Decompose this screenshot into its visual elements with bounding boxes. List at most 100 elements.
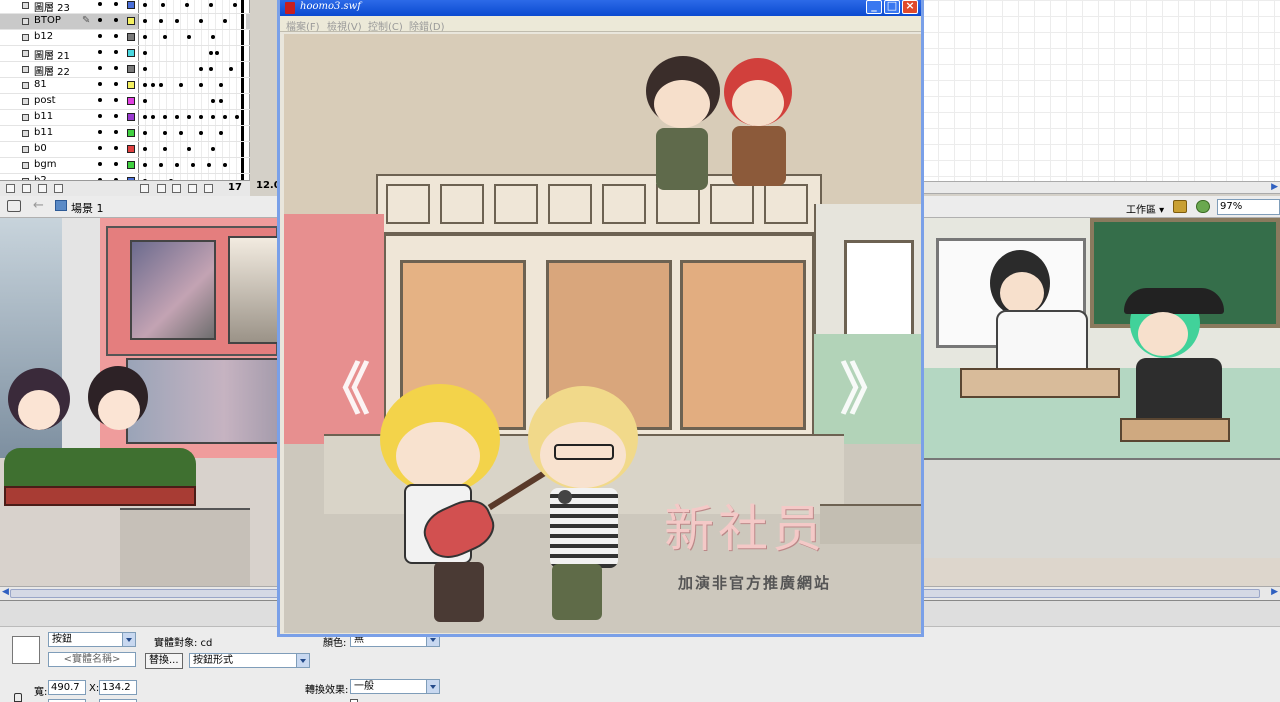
- layer-name[interactable]: 圖層 22: [34, 63, 70, 78]
- layer-color-swatch[interactable]: [127, 17, 135, 25]
- width-input[interactable]: 490.7: [48, 680, 86, 695]
- visibility-dot-icon[interactable]: [98, 82, 102, 86]
- lock-dot-icon[interactable]: [114, 50, 118, 54]
- layer-frames[interactable]: [138, 62, 246, 77]
- keyframe[interactable]: [143, 35, 147, 39]
- lock-dot-icon[interactable]: [114, 114, 118, 118]
- keyframe[interactable]: [151, 83, 155, 87]
- layer-row[interactable]: 81: [0, 78, 250, 94]
- layer-color-swatch[interactable]: [127, 97, 135, 105]
- layer-frames[interactable]: [138, 94, 246, 109]
- keyframe[interactable]: [215, 51, 219, 55]
- keyframe[interactable]: [199, 67, 203, 71]
- lock-dot-icon[interactable]: [114, 34, 118, 38]
- keyframe[interactable]: [187, 147, 191, 151]
- keyframe[interactable]: [143, 163, 147, 167]
- back-arrow-icon[interactable]: ←: [33, 198, 44, 213]
- keyframe[interactable]: [207, 163, 211, 167]
- layer-row[interactable]: BTOP ✎: [0, 14, 250, 30]
- playhead[interactable]: [241, 62, 244, 77]
- trash-icon[interactable]: [54, 184, 63, 193]
- visibility-dot-icon[interactable]: [98, 18, 102, 22]
- keyframe[interactable]: [159, 19, 163, 23]
- visibility-dot-icon[interactable]: [98, 66, 102, 70]
- keyframe[interactable]: [159, 83, 163, 87]
- close-button[interactable]: ×: [902, 0, 918, 14]
- playhead[interactable]: [241, 94, 244, 109]
- edit-symbols-icon[interactable]: [1173, 200, 1187, 213]
- track-option-select[interactable]: 按鈕形式: [189, 653, 310, 668]
- layer-color-swatch[interactable]: [127, 129, 135, 137]
- onion-skin-icon[interactable]: [157, 184, 166, 193]
- layer-frames[interactable]: [138, 110, 246, 125]
- playhead[interactable]: [241, 158, 244, 173]
- layer-color-swatch[interactable]: [127, 1, 135, 9]
- layer-name[interactable]: BTOP: [34, 15, 61, 26]
- keyframe[interactable]: [179, 131, 183, 135]
- keyframe[interactable]: [143, 51, 147, 55]
- keyframe[interactable]: [235, 115, 239, 119]
- visibility-dot-icon[interactable]: [98, 114, 102, 118]
- lock-dot-icon[interactable]: [114, 98, 118, 102]
- layer-frames[interactable]: [138, 14, 246, 29]
- layer-frames[interactable]: [138, 0, 246, 13]
- layer-color-swatch[interactable]: [127, 65, 135, 73]
- prev-arrow-icon[interactable]: 《: [314, 362, 370, 418]
- onion-outline-icon[interactable]: [172, 184, 181, 193]
- keyframe[interactable]: [211, 99, 215, 103]
- swap-button[interactable]: 替換...: [145, 653, 183, 669]
- layer-color-swatch[interactable]: [127, 33, 135, 41]
- keyframe[interactable]: [143, 147, 147, 151]
- keyframe[interactable]: [163, 131, 167, 135]
- layer-row[interactable]: b12: [0, 30, 250, 46]
- layer-row[interactable]: 圖層 22: [0, 62, 250, 78]
- keyframe[interactable]: [143, 19, 147, 23]
- keyframe[interactable]: [143, 99, 147, 103]
- keyframe[interactable]: [175, 115, 179, 119]
- keyframe[interactable]: [143, 115, 147, 119]
- scroll-left-icon[interactable]: ◀: [2, 587, 9, 597]
- visibility-dot-icon[interactable]: [98, 98, 102, 102]
- layer-name[interactable]: b11: [34, 127, 53, 138]
- maximize-button[interactable]: □: [884, 0, 900, 14]
- layer-color-swatch[interactable]: [127, 113, 135, 121]
- keyframe[interactable]: [175, 19, 179, 23]
- layer-name[interactable]: post: [34, 95, 56, 106]
- layer-row[interactable]: b0: [0, 142, 250, 158]
- visibility-dot-icon[interactable]: [98, 34, 102, 38]
- edit-scene-icon[interactable]: [1196, 200, 1210, 213]
- keyframe[interactable]: [143, 3, 147, 7]
- lock-dot-icon[interactable]: [114, 66, 118, 70]
- keyframe[interactable]: [143, 131, 147, 135]
- keyframe[interactable]: [219, 99, 223, 103]
- keyframe[interactable]: [163, 35, 167, 39]
- layer-name[interactable]: b12: [34, 31, 53, 42]
- menu-file[interactable]: 檔案(F): [286, 18, 320, 33]
- layer-frames[interactable]: [138, 46, 246, 61]
- keyframe[interactable]: [211, 35, 215, 39]
- menu-control[interactable]: 控制(C): [368, 18, 403, 33]
- add-folder-icon[interactable]: [38, 184, 47, 193]
- layer-name[interactable]: bgm: [34, 159, 56, 170]
- keyframe[interactable]: [143, 83, 147, 87]
- lock-dot-icon[interactable]: [114, 18, 118, 22]
- layer-color-swatch[interactable]: [127, 161, 135, 169]
- playhead[interactable]: [241, 78, 244, 93]
- lock-icon[interactable]: [14, 693, 22, 702]
- zoom-input[interactable]: 97%: [1217, 199, 1280, 215]
- keyframe[interactable]: [185, 3, 189, 7]
- playhead[interactable]: [241, 0, 244, 13]
- add-guide-icon[interactable]: [22, 184, 31, 193]
- next-arrow-icon[interactable]: 》: [840, 362, 896, 418]
- layer-color-swatch[interactable]: [127, 49, 135, 57]
- lock-dot-icon[interactable]: [114, 2, 118, 6]
- keyframe[interactable]: [229, 67, 233, 71]
- keyframe[interactable]: [199, 19, 203, 23]
- player-title-bar[interactable]: hoomo3.swf _ □ ×: [280, 0, 921, 16]
- keyframe[interactable]: [163, 147, 167, 151]
- keyframe[interactable]: [175, 163, 179, 167]
- keyframe[interactable]: [199, 131, 203, 135]
- onion-markers-icon[interactable]: [204, 184, 213, 193]
- keyframe[interactable]: [159, 163, 163, 167]
- layer-frames[interactable]: [138, 30, 246, 45]
